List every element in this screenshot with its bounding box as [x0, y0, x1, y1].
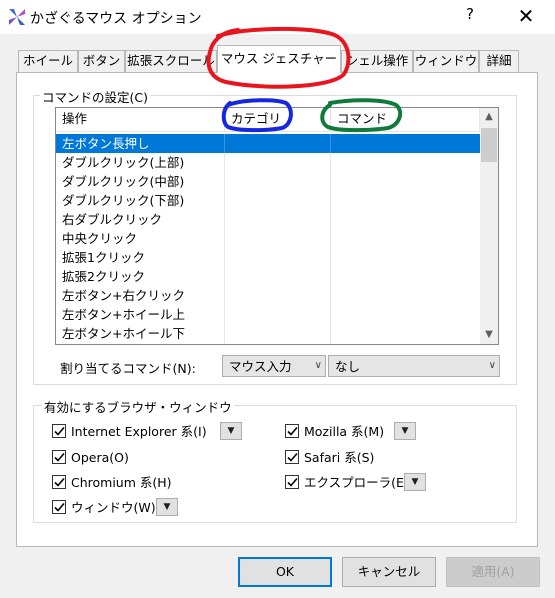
checkbox-label: Chromium 系(H) [71, 475, 172, 490]
tab-window[interactable]: ウィンドウ [413, 50, 479, 72]
list-item[interactable]: 拡張1クリック [56, 248, 480, 267]
column-divider [224, 172, 225, 191]
scroll-down-icon[interactable]: ▼ [480, 326, 498, 344]
column-operation[interactable]: 操作 [56, 108, 225, 132]
scroll-up-icon[interactable]: ▲ [480, 108, 498, 126]
list-item-operation: 左ボタン+ホイール上 [62, 307, 185, 322]
command-list[interactable]: 操作 カテゴリ コマンド 左ボタン長押しダブルクリック(上部) ダブルクリック(中… [55, 107, 499, 345]
checkbox-label: Safari 系(S) [304, 450, 375, 465]
list-item-operation: 中央クリック [62, 231, 138, 246]
list-item[interactable]: 左ボタン+右クリック [56, 343, 480, 344]
checkbox-label: Opera(O) [71, 450, 129, 465]
column-divider [224, 229, 225, 248]
tab-advanced[interactable]: 詳細 [479, 50, 519, 72]
close-icon[interactable]: ✕ [508, 3, 544, 29]
tab-wheel[interactable]: ホイール [18, 50, 78, 72]
checkmark-icon [52, 475, 66, 489]
checkmark-icon [285, 475, 299, 489]
column-divider [224, 267, 225, 286]
list-item[interactable]: ダブルクリック(上部) [56, 153, 480, 172]
list-scrollbar[interactable]: ▲ ▼ [480, 108, 498, 344]
checkmark-icon [52, 450, 66, 464]
column-divider [224, 248, 225, 267]
checkmark-icon [285, 424, 299, 438]
chevron-down-icon[interactable]: ▼ [156, 498, 178, 516]
checkmark-icon [52, 424, 66, 438]
checkbox-label: エクスプローラ(E) [304, 475, 409, 490]
column-divider [330, 191, 331, 210]
column-divider [224, 305, 225, 324]
category-select[interactable]: マウス入力 ∨ [222, 355, 326, 377]
tab-extended-scroll[interactable]: 拡張スクロール [125, 50, 217, 72]
column-category[interactable]: カテゴリ [225, 108, 331, 132]
tab-button[interactable]: ボタン [78, 50, 125, 72]
column-divider [330, 267, 331, 286]
column-divider [330, 286, 331, 305]
list-item-operation: 右ダブルクリック [62, 212, 163, 227]
list-item[interactable]: 右ダブルクリック [56, 210, 480, 229]
list-item[interactable]: 左ボタン+右クリック [56, 286, 480, 305]
help-icon[interactable]: ? [462, 5, 478, 27]
list-header: 操作 カテゴリ コマンド [56, 108, 480, 132]
chevron-down-icon: ∨ [488, 360, 496, 371]
list-item-operation: ダブルクリック(中部) [62, 174, 185, 189]
column-divider [330, 248, 331, 267]
title-bar: かざぐるマウス オプション ? ✕ [0, 0, 555, 34]
column-divider [224, 286, 225, 305]
list-item-operation: 拡張1クリック [62, 250, 145, 265]
command-group-label: コマンドの設定(C) [40, 87, 150, 106]
checkmark-icon [285, 450, 299, 464]
column-divider [224, 210, 225, 229]
browser-group-label: 有効にするブラウザ・ウィンドウ [42, 397, 234, 416]
list-item-operation: ダブルクリック(上部) [62, 155, 185, 170]
category-select-value: マウス入力 [229, 359, 292, 374]
column-divider [330, 343, 331, 344]
column-divider [224, 134, 225, 153]
list-item[interactable]: ダブルクリック(中部) [56, 172, 480, 191]
command-select-value: なし [335, 359, 361, 374]
checkbox-label: Mozilla 系(M) [304, 424, 385, 439]
list-item-operation: ダブルクリック(下部) [62, 193, 185, 208]
list-item[interactable]: 左ボタン長押し [56, 134, 480, 153]
list-item[interactable]: 拡張2クリック [56, 267, 480, 286]
tab-mouse-gesture[interactable]: マウス ジェスチャー [217, 45, 341, 73]
list-item-operation: 拡張2クリック [62, 269, 145, 284]
column-divider [224, 343, 225, 344]
cancel-button[interactable]: キャンセル [342, 557, 436, 587]
checkmark-icon [52, 500, 66, 514]
column-divider [330, 229, 331, 248]
column-divider [330, 305, 331, 324]
column-divider [330, 172, 331, 191]
scroll-thumb[interactable] [481, 128, 497, 162]
checkbox-label: Internet Explorer 系(I) [71, 424, 207, 439]
ok-button[interactable]: OK [238, 557, 332, 587]
window-title: かざぐるマウス オプション [30, 11, 202, 27]
app-pinwheel-icon [8, 8, 26, 26]
tab-shell[interactable]: シェル操作 [341, 50, 413, 72]
chevron-down-icon[interactable]: ▼ [220, 422, 242, 440]
list-item[interactable]: 左ボタン+ホイール下 [56, 324, 480, 343]
apply-button[interactable]: 適用(A) [446, 557, 540, 587]
list-item-operation: 左ボタン+右クリック [62, 288, 185, 303]
column-divider [330, 134, 331, 153]
list-item-operation: 左ボタン長押し [62, 136, 150, 151]
chevron-down-icon: ∨ [314, 360, 322, 371]
column-command[interactable]: コマンド [331, 108, 480, 132]
column-divider [224, 191, 225, 210]
column-divider [330, 210, 331, 229]
list-item[interactable]: ダブルクリック(下部) [56, 191, 480, 210]
column-divider [224, 153, 225, 172]
assign-command-label: 割り当てるコマンド(N): [60, 361, 196, 376]
command-select[interactable]: なし ∨ [328, 355, 500, 377]
checkbox-label: ウィンドウ(W) [71, 500, 156, 515]
list-item[interactable]: 中央クリック [56, 229, 480, 248]
column-divider [330, 153, 331, 172]
column-divider [224, 324, 225, 343]
list-rows: 左ボタン長押しダブルクリック(上部) ダブルクリック(中部) ダブルクリック(下部)… [56, 134, 480, 344]
chevron-down-icon[interactable]: ▼ [394, 422, 416, 440]
column-divider [330, 324, 331, 343]
chevron-down-icon[interactable]: ▼ [404, 473, 426, 491]
list-item[interactable]: 左ボタン+ホイール上 [56, 305, 480, 324]
list-item-operation: 左ボタン+ホイール下 [62, 326, 185, 341]
